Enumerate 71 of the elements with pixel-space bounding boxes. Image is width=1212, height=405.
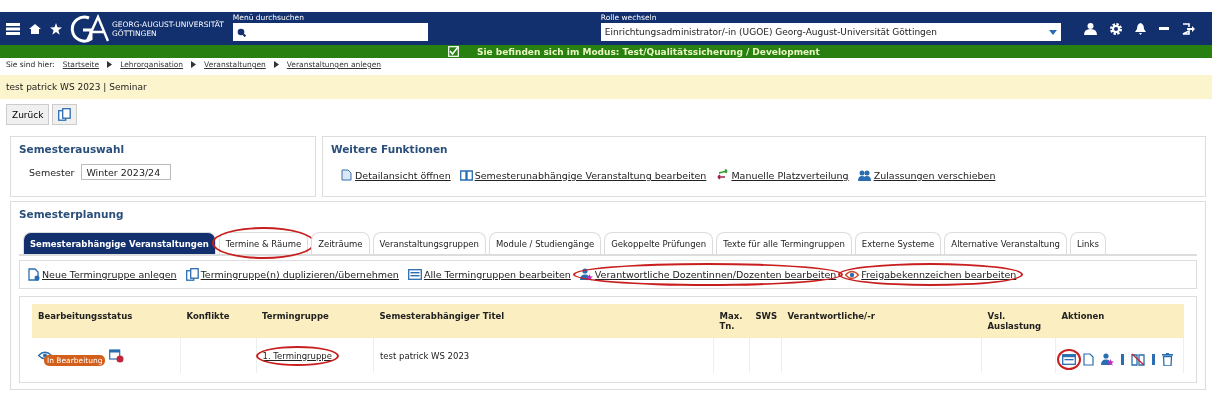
tab[interactable]: Veranstaltungsgruppen [372, 232, 486, 254]
action-link[interactable]: Neue Termingruppe anlegen [42, 269, 177, 280]
logout-icon[interactable] [1181, 22, 1195, 35]
tab[interactable]: Zeiträume [311, 232, 370, 254]
person-star-icon [579, 268, 593, 281]
panel-title: Semesterplanung [19, 208, 125, 220]
function-link[interactable]: Zulassungen verschieben [873, 169, 996, 181]
calendar-icon[interactable] [109, 348, 125, 363]
tab[interactable]: Semesterabhängige Veranstaltungen [23, 232, 216, 254]
copy-icon [185, 268, 199, 281]
column-header: Bearbeitungsstatus [32, 304, 181, 338]
person-star-icon[interactable] [1101, 353, 1114, 366]
chevron-icon [273, 61, 279, 68]
column-header: Termingruppe [256, 304, 374, 338]
action-link[interactable]: Termingruppe(n) duplizieren/übernehmen [200, 269, 399, 280]
page-title: test patrick WS 2023 | Seminar [6, 82, 147, 92]
swap-arrows-icon [715, 169, 730, 181]
chevron-icon [107, 61, 113, 68]
menu-icon[interactable] [6, 21, 20, 36]
star-icon[interactable] [50, 22, 62, 35]
table-icon[interactable] [1062, 354, 1076, 365]
document-icon[interactable] [1083, 353, 1094, 366]
role-select[interactable]: Einrichtungsadministrator/-in (UGOE) Georg-August-Universität Göttingen [600, 23, 1061, 41]
people-icon [857, 169, 872, 181]
table-icon [407, 269, 422, 280]
document-icon [341, 169, 353, 181]
tab[interactable]: Links [1070, 232, 1106, 254]
document-plus-icon [28, 268, 40, 281]
search-field[interactable] [232, 23, 428, 41]
tab[interactable]: Module / Studiengänge [489, 232, 602, 254]
minimize-icon[interactable] [1158, 27, 1169, 30]
chevron-icon [191, 61, 197, 68]
table-cell: test patrick WS 2023 [373, 338, 714, 373]
panel-title: Semesterauswahl [19, 143, 125, 155]
action-link[interactable]: Alle Termingruppen bearbeiten [423, 269, 571, 280]
function-link[interactable]: Semesterunabhängige Veranstaltung bearbeiten [474, 169, 707, 181]
user-icon[interactable] [1083, 22, 1097, 35]
bell-icon[interactable] [1134, 22, 1146, 35]
column-header: Aktionen [1055, 304, 1184, 338]
search-icon [236, 27, 246, 37]
column-header: SWS [749, 304, 782, 338]
column-header: Konflikte [180, 304, 257, 338]
action-link[interactable]: Freigabekennzeichen bearbeiten [861, 269, 1017, 280]
home-icon[interactable] [29, 22, 41, 35]
tab[interactable]: Alternative Veranstaltung [944, 232, 1067, 254]
mode-text: Sie befinden sich im Modus: Test/Qualitätssicherung / Development [477, 46, 820, 57]
semester-label: Semester [29, 166, 75, 178]
column-header: Max. Tn. [713, 304, 750, 338]
back-button[interactable]: Zurück [6, 104, 50, 125]
column-header: Vsl. Auslastung [981, 304, 1056, 338]
function-link[interactable]: Manuelle Platzverteilung [731, 169, 849, 181]
tab[interactable]: Externe Systeme [854, 232, 942, 254]
tab[interactable]: Gekoppelte Prüfungen [604, 232, 714, 254]
column-header: Verantwortliche/-r [781, 304, 982, 338]
book-icon [459, 169, 473, 181]
tab[interactable]: Termine & Räume [218, 232, 309, 254]
copy-icon [58, 108, 72, 121]
crossed-book-icon[interactable] [1131, 353, 1145, 366]
semester-select[interactable]: Winter 2023/24 [81, 164, 172, 180]
copy-button[interactable] [52, 104, 78, 125]
termingroup-link[interactable]: 1. Termingruppe [262, 350, 332, 361]
panel-title: Weitere Funktionen [331, 143, 449, 155]
action-link[interactable]: Verantwortliche Dozentinnen/Dozenten bearbeiten [594, 269, 837, 280]
column-header: Semesterabhängiger Titel [373, 304, 714, 338]
function-link[interactable]: Detailansicht öffnen [355, 169, 451, 181]
eye-icon [845, 269, 860, 280]
logo-icon[interactable] [69, 13, 109, 44]
trash-icon[interactable] [1162, 353, 1173, 366]
tab[interactable]: Texte für alle Termingruppen [716, 232, 852, 254]
settings-icon[interactable] [1109, 22, 1122, 35]
caret-icon [1048, 29, 1057, 35]
